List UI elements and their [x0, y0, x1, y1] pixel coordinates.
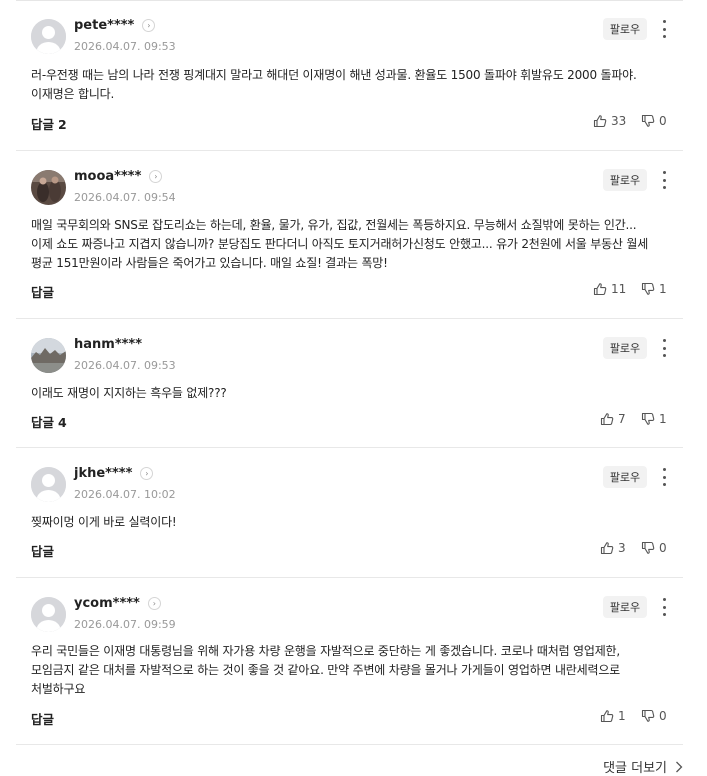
chevron-right-icon — [676, 761, 683, 772]
chevron-right-icon[interactable]: › — [147, 597, 161, 610]
comment-text: 러-우전쟁 때는 남의 나라 전쟁 핑계대지 말라고 해대던 이재명이 해낸 성… — [31, 68, 637, 101]
more-options-icon[interactable] — [659, 468, 669, 486]
thumbs-up-icon — [600, 710, 614, 723]
like-button[interactable]: 3 — [600, 541, 626, 555]
comment-item: mooa**** › 2026.04.07. 09:54 팔로우 매일 국무회의… — [16, 151, 683, 319]
thumbs-down-icon — [641, 412, 655, 425]
dislike-button[interactable]: 0 — [641, 114, 667, 128]
like-button[interactable]: 7 — [600, 412, 626, 426]
reply-button[interactable]: 답글 2 — [31, 114, 67, 133]
thumbs-up-icon — [600, 413, 614, 426]
reply-button[interactable]: 답글 — [31, 709, 58, 728]
comment-username[interactable]: jkhe**** — [74, 466, 132, 481]
comment-timestamp: 2026.04.07. 09:53 — [74, 40, 176, 53]
comment-list: pete**** › 2026.04.07. 09:53 팔로우 러-우전쟁 때… — [16, 0, 683, 745]
follow-button[interactable]: 팔로우 — [603, 169, 647, 191]
avatar[interactable] — [31, 597, 66, 632]
comment-item: jkhe**** › 2026.04.07. 10:02 팔로우 찢짜이멍 이게… — [16, 448, 683, 578]
more-options-icon[interactable] — [659, 171, 669, 189]
thumbs-down-icon — [641, 114, 655, 127]
thumbs-up-icon — [593, 283, 607, 296]
dislike-button[interactable]: 0 — [641, 709, 667, 723]
thumbs-up-icon — [593, 115, 607, 128]
photo-avatar-landscape — [31, 338, 66, 373]
like-button[interactable]: 33 — [593, 114, 626, 128]
comment-item: hanm**** 2026.04.07. 09:53 팔로우 이래도 재명이 지… — [16, 319, 683, 448]
comment-item: ycom**** › 2026.04.07. 09:59 팔로우 우리 국민들은… — [16, 578, 683, 745]
more-options-icon[interactable] — [659, 598, 669, 616]
reply-button[interactable]: 답글 — [31, 541, 58, 560]
more-options-icon[interactable] — [659, 339, 669, 357]
like-button[interactable]: 1 — [600, 709, 626, 723]
default-avatar-icon — [31, 467, 66, 502]
avatar[interactable] — [31, 170, 66, 205]
comment-timestamp: 2026.04.07. 09:53 — [74, 359, 176, 372]
comment-timestamp: 2026.04.07. 10:02 — [74, 488, 176, 501]
thumbs-down-icon — [641, 282, 655, 295]
comment-username[interactable]: ycom**** — [74, 596, 140, 611]
dislike-count: 0 — [659, 114, 667, 128]
like-count: 1 — [618, 709, 626, 723]
follow-button[interactable]: 팔로우 — [603, 596, 647, 618]
dislike-count: 1 — [659, 412, 667, 426]
comment-timestamp: 2026.04.07. 09:59 — [74, 618, 176, 631]
comment-text: 이래도 재명이 지지하는 흑우들 없제??? — [31, 386, 227, 400]
dislike-count: 0 — [659, 709, 667, 723]
reply-button[interactable]: 답글 4 — [31, 412, 67, 431]
reply-label: 답글 — [31, 544, 55, 559]
reply-label: 답글 — [31, 415, 55, 430]
default-avatar-icon — [31, 597, 66, 632]
dislike-button[interactable]: 0 — [641, 541, 667, 555]
chevron-right-icon[interactable]: › — [142, 19, 156, 32]
comment-username[interactable]: mooa**** — [74, 169, 141, 184]
more-comments-button[interactable]: 댓글 더보기 — [603, 757, 683, 776]
chevron-right-icon[interactable]: › — [149, 170, 163, 183]
like-count: 11 — [611, 282, 627, 296]
reply-label: 답글 — [31, 712, 55, 727]
chevron-right-icon[interactable]: › — [140, 467, 154, 480]
like-count: 3 — [618, 541, 626, 555]
photo-avatar-dark — [31, 170, 66, 205]
dislike-button[interactable]: 1 — [641, 412, 667, 426]
avatar[interactable] — [31, 338, 66, 373]
avatar[interactable] — [31, 19, 66, 54]
more-comments-label: 댓글 더보기 — [603, 761, 667, 776]
comment-username[interactable]: pete**** — [74, 18, 134, 33]
reply-label: 답글 — [31, 285, 55, 300]
follow-button[interactable]: 팔로우 — [603, 18, 647, 40]
avatar[interactable] — [31, 467, 66, 502]
like-count: 33 — [611, 114, 627, 128]
like-button[interactable]: 11 — [593, 282, 626, 296]
thumbs-down-icon — [641, 541, 655, 554]
follow-button[interactable]: 팔로우 — [603, 337, 647, 359]
dislike-count: 1 — [659, 282, 667, 296]
like-count: 7 — [618, 412, 626, 426]
reply-button[interactable]: 답글 — [31, 282, 58, 301]
more-options-icon[interactable] — [659, 20, 669, 38]
comment-text: 찢짜이멍 이게 바로 실력이다! — [31, 515, 177, 529]
comment-text: 매일 국무회의와 SNS로 잡도리쇼는 하는데, 환율, 물가, 유가, 집값,… — [31, 218, 649, 270]
reply-label: 답글 — [31, 117, 55, 132]
reply-count: 2 — [58, 117, 67, 132]
follow-button[interactable]: 팔로우 — [603, 466, 647, 488]
thumbs-down-icon — [641, 709, 655, 722]
comment-item: pete**** › 2026.04.07. 09:53 팔로우 러-우전쟁 때… — [16, 0, 683, 151]
default-avatar-icon — [31, 19, 66, 54]
dislike-count: 0 — [659, 541, 667, 555]
thumbs-up-icon — [600, 542, 614, 555]
comment-timestamp: 2026.04.07. 09:54 — [74, 191, 176, 204]
comment-username[interactable]: hanm**** — [74, 337, 142, 352]
dislike-button[interactable]: 1 — [641, 282, 667, 296]
comment-text: 우리 국민들은 이재명 대통령님을 위해 자가용 차량 운행을 자발적으로 중단… — [31, 644, 620, 696]
reply-count: 4 — [58, 415, 67, 430]
